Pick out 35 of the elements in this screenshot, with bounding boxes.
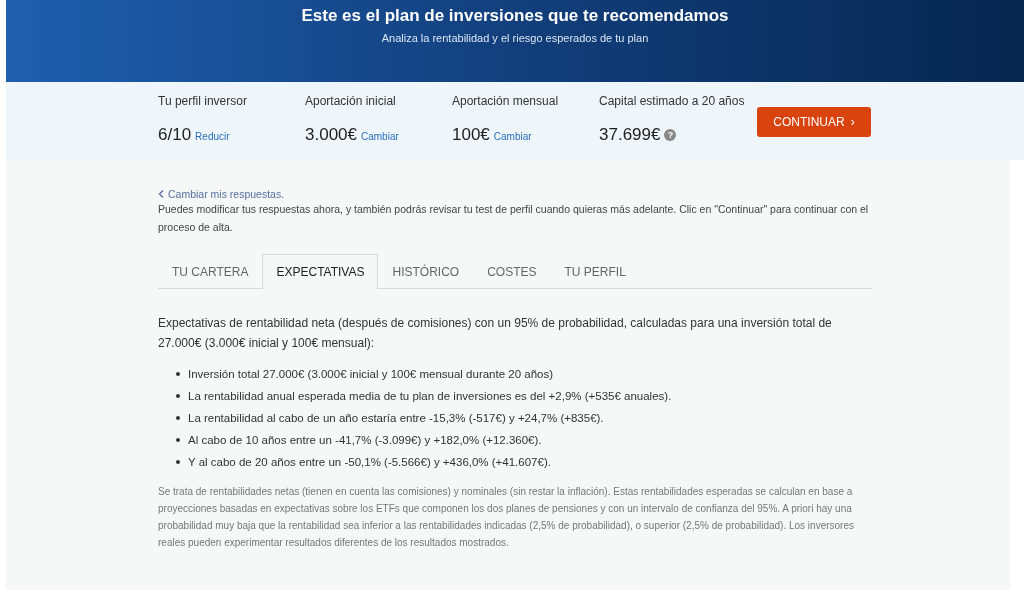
summary-value: 3.000€ [305,125,357,145]
page-subtitle: Analiza la rentabilidad y el riesgo esperados de tu plan [381,32,649,44]
continue-button[interactable]: CONTINUAR › [757,107,871,137]
page-title: Este es el plan de inversiones que te recomendamos [301,6,729,26]
bullet-icon [176,438,180,442]
change-link[interactable]: Reducir [195,131,230,142]
change-link[interactable]: Cambiar [493,131,532,142]
chevron-left-icon [158,190,164,198]
help-icon[interactable]: ? [664,129,677,141]
summary-label: Aportación inicial [305,94,397,110]
summary-value: 37.699€ [599,125,661,145]
list-item: Al cabo de 10 años entre un -41,7% (-3.099€) y +182,0% (+12.360€). [188,434,542,446]
back-link[interactable]: Cambiar mis respuestas. [168,188,285,200]
tab[interactable]: TU PERFIL [550,254,640,289]
lead-text: Expectativas de rentabilidad neta (después de comisiones) con un 95% de probabilidad, calculadas para una inversión total de 27.000€ (3.000€ inicial y 100€ mensual): [158,315,833,352]
list-item: La rentabilidad al cabo de un año estaría entre -15,3% (-517€) y +24,7% (+835€). [188,412,604,424]
bullet-icon [176,460,180,464]
list-item: La rentabilidad anual esperada media de tu plan de inversiones es del +2,9% (+535€ anuales). [188,390,672,402]
tab[interactable]: TU CARTERA [158,254,263,289]
tab[interactable]: HISTÓRICO [378,254,474,289]
summary-label: Capital estimado a 20 años [599,94,746,110]
summary-label: Aportación mensual [452,94,560,110]
change-link[interactable]: Cambiar [361,131,399,142]
bullet-icon [176,394,180,398]
tab[interactable]: COSTES [473,254,551,289]
summary-value: 100€ [452,125,490,145]
bullet-icon [176,372,180,376]
bullet-icon [176,416,180,420]
tab[interactable]: EXPECTATIVAS [262,254,379,289]
list-item: Inversión total 27.000€ (3.000€ inicial y 100€ mensual durante 20 años) [188,368,554,380]
summary-value: 6/10 [158,125,192,145]
list-item: Y al cabo de 20 años entre un -50,1% (-5.566€) y +436,0% (+41.607€). [188,456,551,468]
summary-label: Tu perfil inversor [158,94,248,110]
disclaimer-text: Se trata de rentabilidades netas (tienen en cuenta las comisiones) y nominales (sin restar la inflación). Estas rentabilidades esperadas se calculan en base a proyecciones basadas en expectativas sobre los ETFs que componen los dos planes de pensiones y con un intervalo de confianza del 95%. A priori hay una probabilidad muy baja que la rentabilidad sea inferior a las rentabilidades indicadas (2,5% de probabilidad), o superior (2,5% de probabilidad). Los inversores reales pueden experimentar resultados diferentes de los resultados mostrados. [158,485,855,550]
intro-text: Puedes modificar tus respuestas ahora, y también podrás revisar tu test de perfil cuando quieras más adelante. Clic en "Continuar" para continuar con el proceso de alta. [158,202,870,235]
